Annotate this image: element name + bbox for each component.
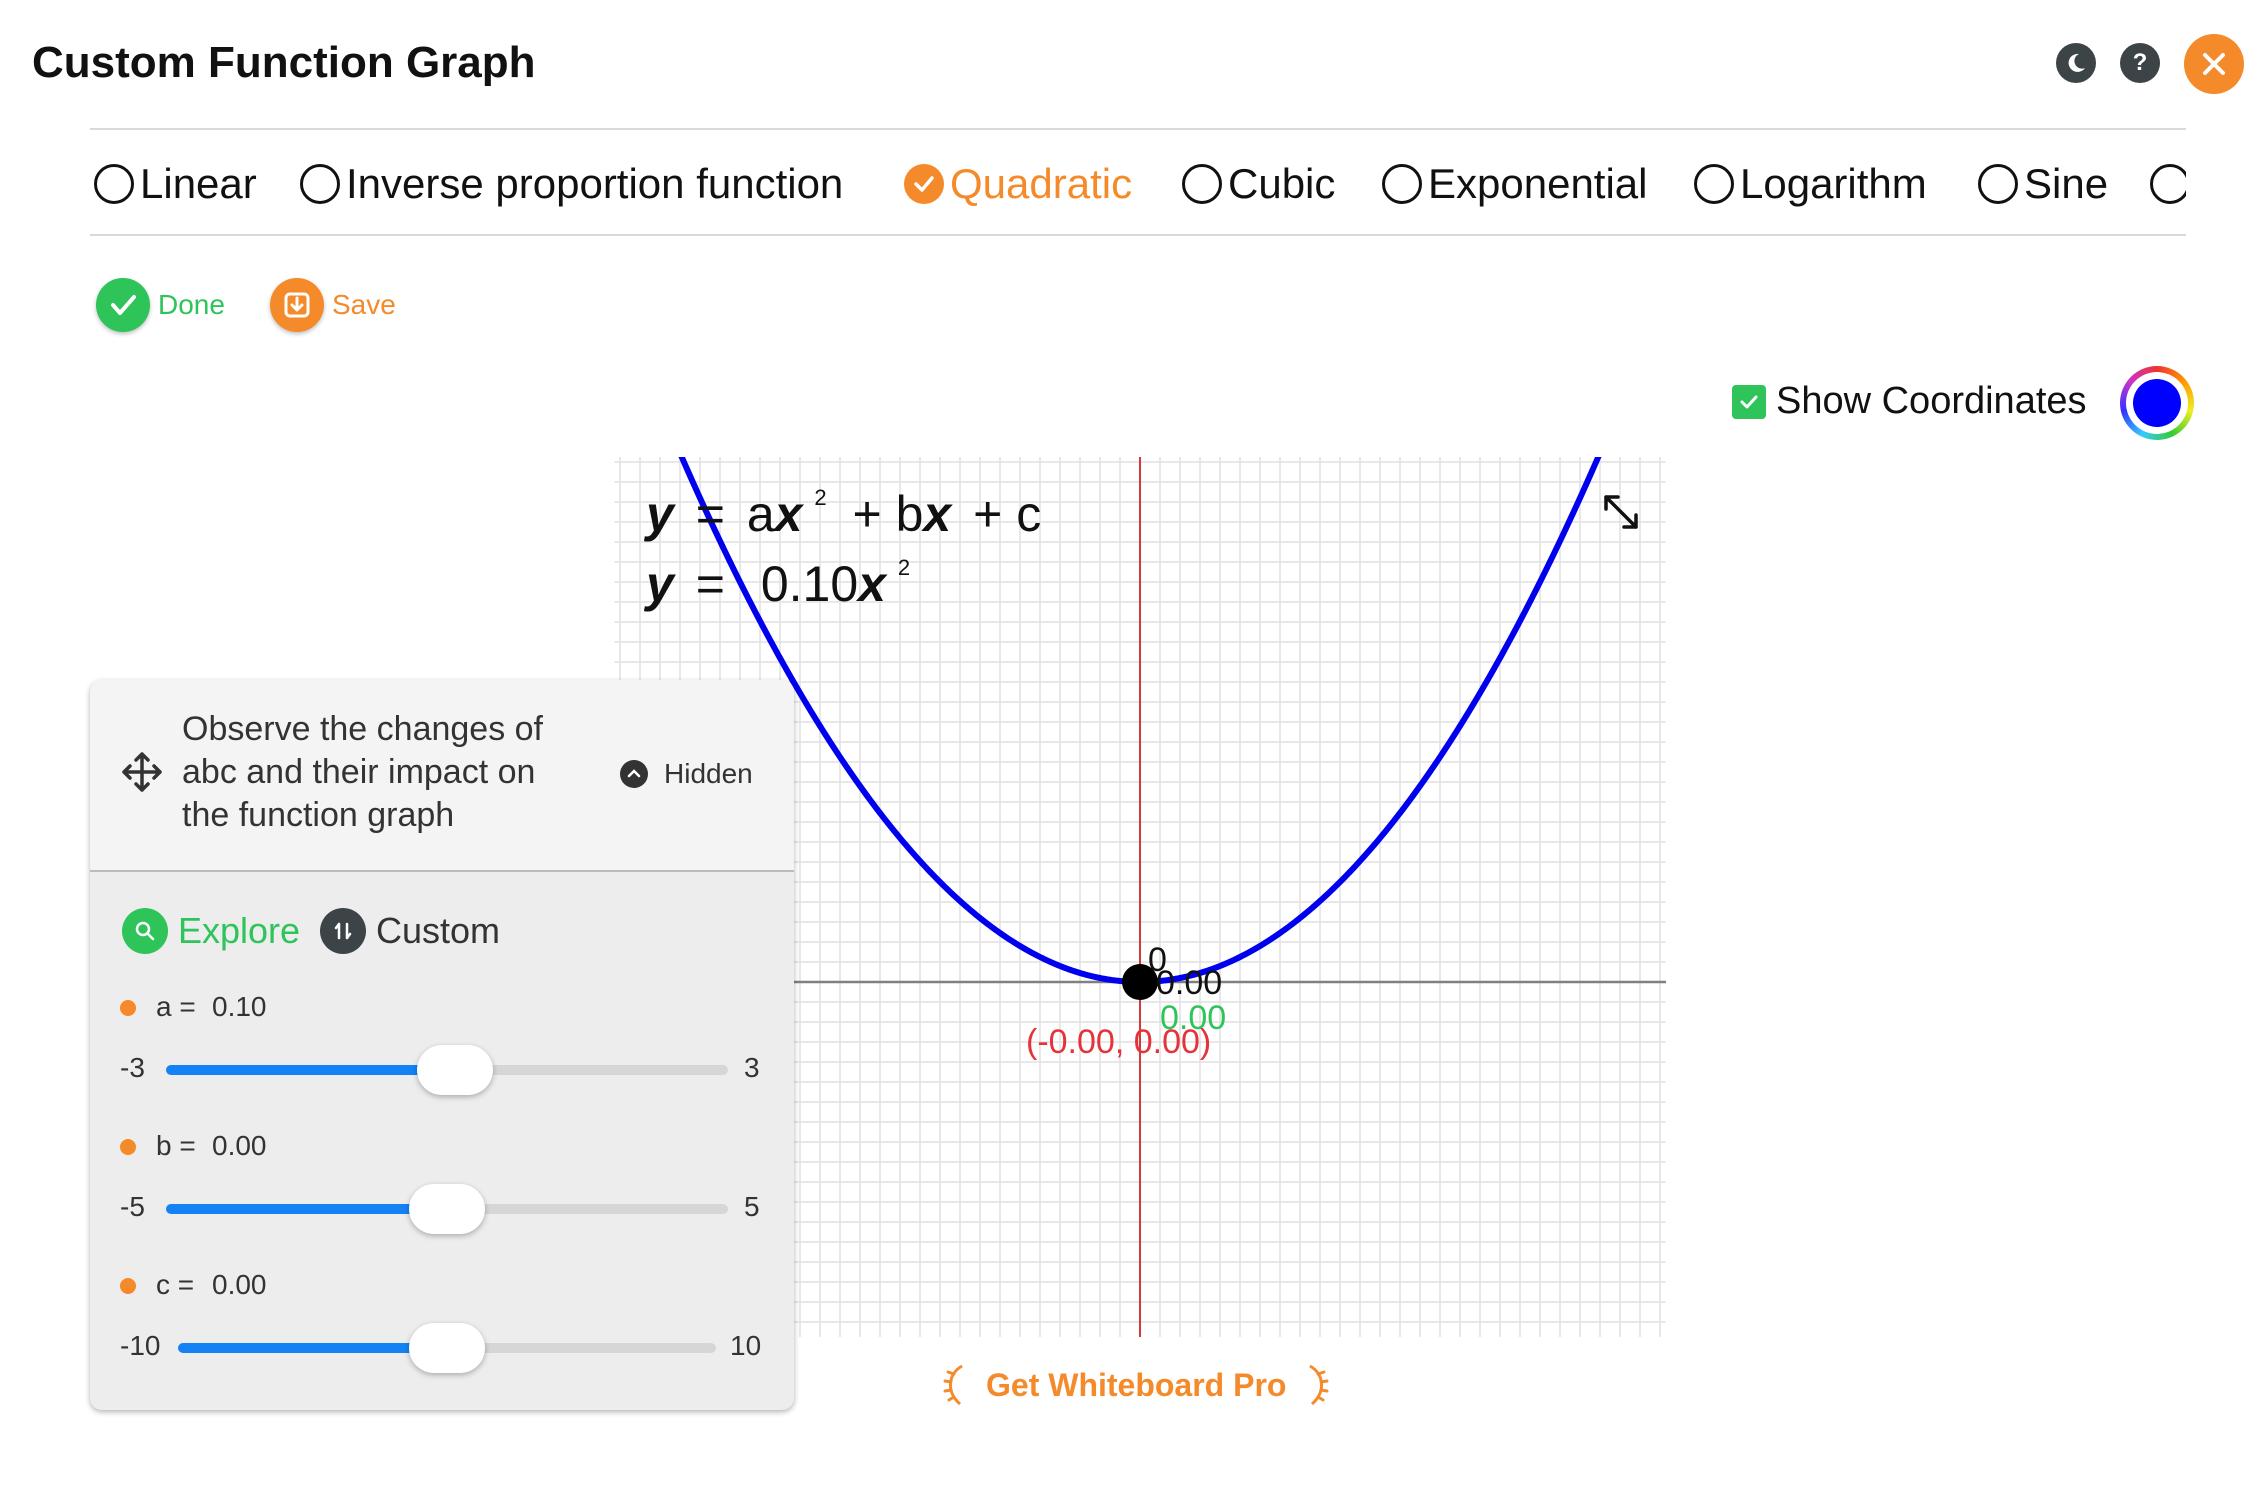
tab-exponential[interactable]: Exponential [1382,150,1648,218]
param-b-name: b = [156,1130,196,1161]
show-coordinates-label: Show Coordinates [1776,380,2087,422]
param-b-max: 5 [744,1191,760,1222]
param-a-min: -3 [120,1052,145,1083]
divider [90,128,2186,130]
close-icon[interactable] [2184,34,2244,94]
param-a-value: 0.10 [212,991,267,1022]
move-icon[interactable] [120,750,164,799]
param-a-name: a = [156,991,196,1022]
panel-description: Observe the changes of abc and their imp… [182,710,544,834]
custom-mode-button[interactable]: Custom [320,908,500,954]
tab-label: Quadratic [950,160,1133,207]
radio-icon [1382,164,1422,204]
check-icon [96,278,150,332]
param-b-slider-fill [166,1204,447,1214]
help-icon[interactable]: ? [2120,43,2160,83]
tab-linear[interactable]: Linear [94,150,257,218]
explore-mode-button[interactable]: Explore [122,908,300,954]
param-c-name: c = [156,1269,195,1300]
param-a-slider-handle[interactable] [417,1045,493,1095]
param-c-value: 0.00 [212,1269,267,1300]
param-a-max: 3 [744,1052,760,1083]
tab-label: Linear [140,160,257,207]
tab-cubic[interactable]: Cubic [1182,150,1335,218]
get-pro-link[interactable]: Get Whiteboard Pro [940,1362,1332,1408]
param-b-slider-handle[interactable] [409,1184,485,1234]
specific-formula: y = 0.10x 2 [643,555,910,612]
tab-label: Cubic [1228,160,1336,207]
laurel-right-icon [1309,1364,1329,1406]
tab-quadratic[interactable]: Quadratic [904,150,1132,218]
search-icon [122,908,168,954]
vertex-y-label: 0.00 [1156,964,1222,1002]
param-a-dot [120,1000,136,1016]
tab-inverse-proportion[interactable]: Inverse proportion function [300,150,843,218]
get-pro-label: Get Whiteboard Pro [986,1366,1287,1403]
param-b-dot [120,1139,136,1155]
tab-label: Inverse proportion function [346,160,844,207]
radio-icon [94,164,134,204]
divider [90,234,2186,236]
checkbox-icon[interactable] [1732,384,1766,419]
color-swatch [2133,379,2181,427]
radio-icon [2150,164,2186,204]
hide-panel-button[interactable]: Hidden [620,758,753,790]
parameter-panel: Observe the changes of abc and their imp… [90,680,794,1410]
param-c-min: -10 [120,1330,161,1361]
param-c-max: 10 [730,1330,762,1361]
checked-radio-icon [904,164,944,204]
tab-label: Logarithm [1740,160,1927,207]
done-button[interactable]: Done [96,278,225,332]
param-b-min: -5 [120,1191,145,1222]
param-c-slider-handle[interactable] [409,1323,485,1373]
save-button[interactable]: Save [270,278,396,332]
param-b-slider[interactable] [166,1184,728,1234]
panel-header: Observe the changes of abc and their imp… [90,680,794,872]
chevron-up-icon [620,760,648,788]
show-coordinates-toggle[interactable]: Show Coordinates [1732,380,2087,423]
tab-more[interactable] [2150,150,2186,218]
tab-sine[interactable]: Sine [1978,150,2108,218]
tab-logarithm[interactable]: Logarithm [1694,150,1927,218]
radio-icon [1182,164,1222,204]
color-picker-button[interactable] [2120,366,2194,440]
tab-label: Exponential [1428,160,1648,207]
param-b-value: 0.00 [212,1130,267,1161]
general-formula: y = ax 2 + bx + c [643,460,1041,542]
tab-label: Sine [2024,160,2109,207]
param-c-slider[interactable] [178,1323,716,1373]
save-label: Save [332,289,396,320]
radio-icon [1978,164,2018,204]
radio-icon [300,164,340,204]
laurel-left-icon [943,1364,963,1406]
function-type-tabs: Linear Inverse proportion function Quadr… [90,150,2186,218]
param-a-slider[interactable] [166,1045,728,1095]
custom-mode-icon [320,908,366,954]
moon-icon[interactable] [2056,43,2096,83]
vertex-coordinate-label: (-0.00, 0.00) [1026,1023,1211,1061]
param-c-slider-fill [178,1343,447,1353]
param-c-dot [120,1278,136,1294]
radio-icon [1694,164,1734,204]
download-icon [270,278,324,332]
page-title: Custom Function Graph [32,38,536,87]
param-a-slider-fill [166,1065,455,1075]
done-label: Done [158,289,225,320]
